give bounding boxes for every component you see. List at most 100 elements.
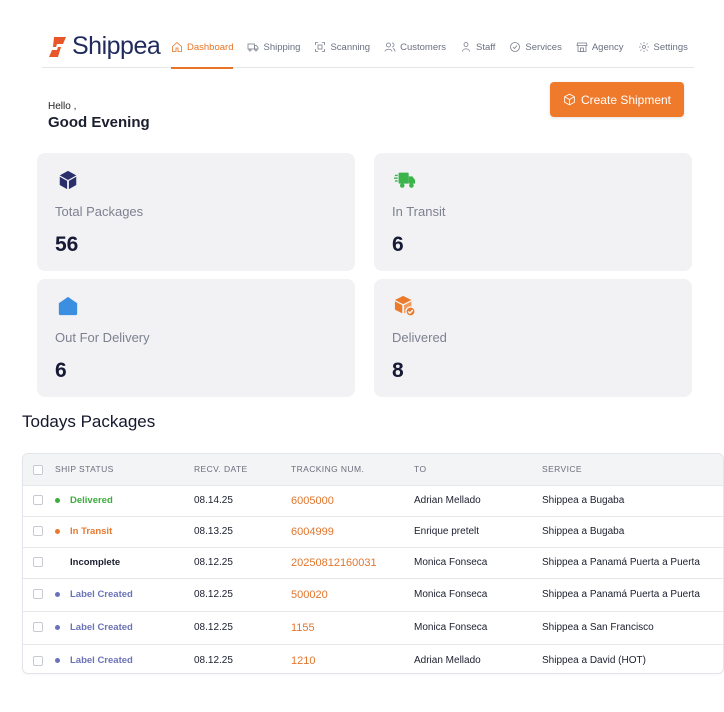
service: Shippea a Bugaba: [542, 484, 723, 516]
check-circle-icon: [510, 42, 521, 52]
nav-label: Staff: [476, 41, 496, 53]
tracking-link[interactable]: 6004999: [291, 526, 334, 538]
table-row[interactable]: In Transit 08.13.25 6004999 Enrique pretelt…: [23, 515, 723, 547]
recv-date: 08.13.25: [194, 515, 291, 547]
house-icon: [58, 296, 78, 316]
column-header[interactable]: RECV. DATE: [194, 454, 291, 485]
tracking-link[interactable]: 1155: [291, 622, 315, 634]
status-dot: [55, 625, 60, 630]
recv-date: 08.12.25: [194, 643, 291, 673]
table-row[interactable]: Incomplete 08.12.25 20250812160031 Monica F…: [23, 546, 723, 578]
row-checkbox[interactable]: [33, 495, 43, 506]
table-row[interactable]: Delivered 08.14.25 6005000 Adrian Mellado Sh…: [23, 484, 723, 516]
status-text: Label Created: [70, 589, 133, 600]
box-check-icon: [394, 295, 416, 317]
nav-settings[interactable]: Settings: [638, 26, 688, 68]
table-row[interactable]: Label Created 08.12.25 1210 Adrian Mellado S…: [23, 643, 723, 673]
box-icon: [59, 170, 77, 190]
recipient: Adrian Mellado: [414, 484, 542, 516]
stat-card-in-transit[interactable]: In Transit 6: [374, 153, 692, 271]
user-icon: [462, 42, 470, 52]
stat-card-delivered[interactable]: Delivered 8: [374, 279, 692, 397]
column-header[interactable]: SERVICE: [542, 454, 723, 485]
nav-services[interactable]: Services: [509, 26, 562, 68]
nav-scanning[interactable]: Scanning: [314, 26, 370, 68]
service: Shippea a David (HOT): [542, 643, 723, 673]
tracking-link[interactable]: 1210: [291, 655, 315, 667]
shippea-logo-icon: [49, 36, 66, 57]
brand-name: Shippea: [72, 32, 161, 60]
brand-logo[interactable]: Shippea: [48, 32, 161, 61]
status-text: In Transit: [70, 526, 113, 537]
column-header[interactable]: SHIP STATUS: [55, 454, 194, 485]
stat-label: In Transit: [392, 204, 446, 219]
scan-icon: [315, 42, 326, 52]
nav-label: Settings: [653, 41, 688, 53]
table-row[interactable]: Label Created 08.12.25 1155 Monica Fonseca S…: [23, 610, 723, 644]
service: Shippea a Bugaba: [542, 515, 723, 547]
row-checkbox[interactable]: [33, 557, 43, 568]
nav-dashboard[interactable]: Dashboard: [171, 26, 234, 69]
column-header[interactable]: TRACKING NUM.: [291, 454, 414, 485]
recipient: Monica Fonseca: [414, 577, 542, 611]
nav-label: Scanning: [330, 41, 371, 53]
nav-label: Agency: [591, 41, 624, 53]
truck-icon: [248, 43, 259, 52]
stat-value: 8: [392, 359, 404, 382]
home-icon: [172, 41, 182, 52]
packages-table: SHIP STATUS RECV. DATE TRACKING NUM. TO …: [22, 453, 724, 674]
recv-date: 08.12.25: [194, 546, 291, 578]
status-badge: In Transit: [55, 526, 112, 537]
row-checkbox[interactable]: [33, 622, 43, 633]
status-text: Label Created: [70, 622, 133, 633]
stat-value: 6: [55, 359, 67, 382]
status-text: Incomplete: [70, 557, 121, 568]
stat-card-total-packages[interactable]: Total Packages 56: [37, 153, 355, 271]
select-all-checkbox[interactable]: [33, 464, 43, 475]
stat-card-out-for-delivery[interactable]: Out For Delivery 6: [37, 279, 355, 397]
section-title: Todays Packages: [22, 412, 156, 431]
package-plus-icon: [564, 93, 575, 106]
status-dot: [55, 498, 60, 503]
tracking-link[interactable]: 500020: [291, 589, 328, 601]
table-row[interactable]: Label Created 08.12.25 500020 Monica Fonsec…: [23, 577, 723, 611]
status-badge: Label Created: [55, 655, 133, 666]
recipient: Enrique pretelt: [414, 515, 542, 547]
create-shipment-button[interactable]: Create Shipment: [550, 82, 684, 117]
row-checkbox[interactable]: [33, 655, 43, 666]
status-dot: [55, 560, 60, 565]
gear-icon: [638, 42, 649, 52]
column-header[interactable]: TO: [414, 454, 542, 485]
recv-date: 08.14.25: [194, 484, 291, 516]
tracking-link[interactable]: 20250812160031: [291, 557, 377, 569]
row-checkbox[interactable]: [33, 526, 43, 537]
status-badge: Label Created: [55, 589, 133, 600]
hello-text: Hello ,: [48, 101, 77, 112]
nav-label: Dashboard: [187, 41, 234, 53]
status-badge: Label Created: [55, 622, 133, 633]
service: Shippea a San Francisco: [542, 610, 723, 644]
status-dot: [55, 529, 60, 534]
top-navbar: Shippea Dashboard Shipping Scanning Cust…: [42, 26, 694, 69]
row-checkbox[interactable]: [33, 589, 43, 600]
nav-agency[interactable]: Agency: [576, 26, 624, 68]
recipient: Monica Fonseca: [414, 546, 542, 578]
status-badge: Incomplete: [55, 557, 120, 568]
tracking-link[interactable]: 6005000: [291, 495, 334, 507]
service: Shippea a Panamá Puerta a Puerta: [542, 546, 723, 578]
table-header-row: SHIP STATUS RECV. DATE TRACKING NUM. TO …: [23, 454, 723, 485]
greeting-title: Good Evening: [48, 114, 150, 131]
stat-label: Out For Delivery: [55, 330, 150, 345]
nav-shipping[interactable]: Shipping: [247, 26, 300, 68]
recipient: Monica Fonseca: [414, 610, 542, 644]
status-text: Label Created: [70, 655, 133, 667]
main-nav: Dashboard Shipping Scanning Customers St…: [171, 26, 702, 69]
nav-staff[interactable]: Staff: [460, 26, 495, 68]
stat-label: Total Packages: [55, 204, 144, 219]
nav-label: Services: [525, 41, 562, 53]
status-text: Delivered: [70, 495, 113, 506]
service: Shippea a Panamá Puerta a Puerta: [542, 577, 723, 611]
recv-date: 08.12.25: [194, 577, 291, 611]
status-dot: [55, 592, 60, 597]
nav-customers[interactable]: Customers: [384, 26, 446, 68]
